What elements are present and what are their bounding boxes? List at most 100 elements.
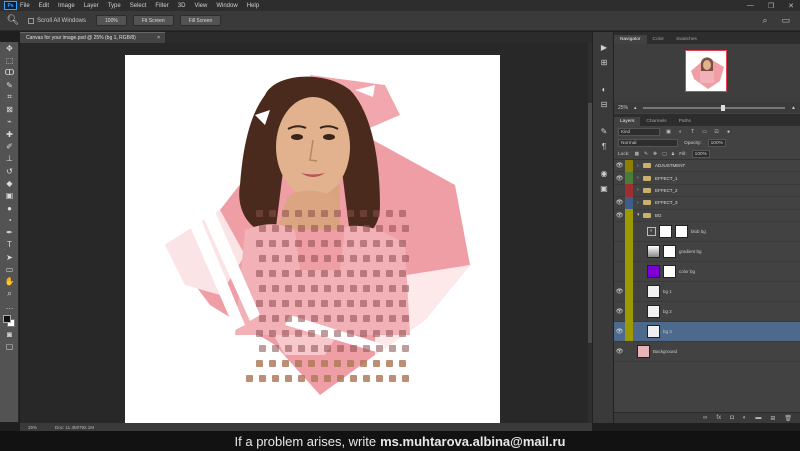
zoom-100-button[interactable]: 100% [96, 15, 127, 26]
layer-row[interactable]: 👁︎ ▾ BG [614, 209, 800, 222]
menu-window[interactable]: Window [216, 3, 237, 9]
blur-tool-icon[interactable]: ● [0, 202, 19, 214]
blend-mode-select[interactable]: Normal [618, 139, 678, 147]
eraser-tool-icon[interactable]: ◆ [0, 177, 19, 189]
menu-image[interactable]: Image [58, 3, 75, 9]
brush-tool-icon[interactable]: ✐ [0, 140, 19, 152]
layer-mask-thumbnail[interactable] [663, 244, 676, 258]
new-adjustment-icon[interactable]: ◐ [743, 415, 747, 421]
close-tab-icon[interactable]: × [157, 35, 160, 41]
document-tab[interactable]: Canvas for your image.psd @ 25% (bg 1, R… [20, 32, 165, 43]
lock-transparent-icon[interactable]: ▦ [634, 152, 639, 157]
lock-paint-icon[interactable]: ✎ [644, 152, 648, 157]
lock-position-icon[interactable]: ✥ [653, 152, 657, 157]
history-icon[interactable]: ⊞ [593, 55, 615, 70]
shape-filter-icon[interactable]: ▭ [701, 128, 708, 135]
status-zoom[interactable]: 25% [28, 425, 37, 430]
type-filter-icon[interactable]: T [689, 128, 696, 135]
fill-field[interactable]: 100% [691, 150, 710, 158]
screen-mode-icon[interactable]: ▢ [0, 341, 19, 353]
visibility-eye-icon[interactable] [614, 261, 625, 281]
layer-row[interactable]: 👁︎ › EFFECT_1 [614, 171, 800, 185]
image-filter-icon[interactable]: ▣ [665, 128, 672, 135]
delete-layer-icon[interactable]: 🗑︎ [784, 415, 792, 422]
tab-layers[interactable]: Layers [614, 117, 641, 126]
tab-navigator[interactable]: Navigator [614, 35, 647, 44]
hand-tool-icon[interactable]: ✋ [0, 276, 19, 288]
visibility-eye-icon[interactable]: 👁︎ [614, 172, 625, 184]
pen-tool-icon[interactable]: ✒ [0, 226, 19, 238]
menu-layer[interactable]: Layer [84, 3, 99, 9]
more-tools-icon[interactable]: … [0, 300, 19, 312]
visibility-eye-icon[interactable]: 👁︎ [614, 321, 625, 341]
layer-row[interactable]: › EFFECT_2 [614, 184, 800, 198]
layer-mask-thumbnail[interactable] [663, 264, 676, 278]
visibility-eye-icon[interactable]: 👁︎ [614, 341, 625, 361]
quick-select-tool-icon[interactable]: ✎ [0, 79, 19, 91]
marquee-tool-icon[interactable]: ⬚ [0, 54, 19, 66]
history-brush-icon[interactable]: ↺ [0, 165, 19, 177]
layer-row[interactable]: color bg [614, 261, 800, 282]
zoom-icon[interactable]: 🔍︎ [6, 14, 20, 28]
menu-edit[interactable]: Edit [39, 3, 49, 9]
new-group-icon[interactable]: ▬ [755, 415, 761, 421]
search-icon[interactable]: ⌕ [762, 15, 767, 26]
zoom-tool-icon[interactable]: ⌕ [0, 288, 19, 300]
minimize-button[interactable]: — [747, 2, 754, 9]
adjustments-icon[interactable]: ◐ [593, 82, 615, 97]
zoom-in-icon[interactable]: ▲ [791, 105, 796, 111]
layer-row[interactable]: 👁︎ › ADJUSTMENT [614, 159, 800, 173]
opacity-field[interactable]: 100% [707, 139, 726, 147]
lasso-tool-icon[interactable]: ↀ [0, 67, 19, 79]
zoom-slider-knob[interactable] [720, 104, 725, 111]
layer-row[interactable]: ◐ blob bg [614, 221, 800, 242]
tab-paths[interactable]: Paths [673, 117, 697, 126]
menu-3d[interactable]: 3D [178, 3, 186, 9]
visibility-eye-icon[interactable]: 👁︎ [614, 301, 625, 321]
clone-stamp-icon[interactable]: ⊥ [0, 153, 19, 165]
close-window-button[interactable]: ✕ [788, 2, 794, 10]
layer-mask-thumbnail[interactable] [675, 224, 688, 238]
add-mask-icon[interactable]: ◘ [730, 415, 734, 421]
libraries-icon[interactable]: ▣ [593, 181, 615, 196]
gradient-tool-icon[interactable]: ▣ [0, 190, 19, 202]
foreground-color-swatch[interactable] [3, 314, 11, 323]
brush-settings-icon[interactable]: ✎ [593, 124, 615, 139]
tab-color[interactable]: Color [647, 35, 670, 44]
menu-select[interactable]: Select [130, 3, 147, 9]
layer-thumbnail[interactable] [637, 344, 650, 358]
scroll-all-windows-checkbox[interactable]: Scroll All Windows [28, 17, 86, 24]
layer-thumbnail[interactable] [647, 304, 660, 318]
layer-thumbnail[interactable] [647, 264, 660, 278]
rectangle-tool-icon[interactable]: ▭ [0, 263, 19, 275]
filter-toggle-icon[interactable]: ● [725, 128, 732, 135]
workspace-icon[interactable]: ▭ [781, 15, 790, 26]
zoom-slider[interactable] [642, 104, 786, 111]
eyedropper-tool-icon[interactable]: ⌁ [0, 116, 19, 128]
styles-icon[interactable]: ⊟ [593, 97, 615, 112]
adjustment-filter-icon[interactable]: ◐ [677, 128, 684, 135]
filter-kind-select[interactable]: Kind [618, 127, 660, 136]
layer-style-icon[interactable]: fx [716, 415, 721, 421]
layer-row[interactable]: gradient bg [614, 241, 800, 262]
visibility-eye-icon[interactable]: 👁︎ [614, 197, 625, 209]
visibility-eye-icon[interactable] [614, 221, 625, 241]
layer-row[interactable]: 👁︎ › EFFECT_3 [614, 196, 800, 210]
type-tool-icon[interactable]: T [0, 239, 19, 251]
zoom-out-icon[interactable]: ▴ [634, 105, 637, 111]
fill-screen-button[interactable]: Fill Screen [179, 15, 222, 26]
fit-screen-button[interactable]: Fit Screen [132, 15, 174, 26]
play-action-icon[interactable]: ▶ [593, 40, 615, 55]
visibility-eye-icon[interactable] [614, 184, 625, 196]
move-tool-icon[interactable]: ✥ [0, 42, 19, 54]
lock-all-icon[interactable]: 🔒︎ [672, 151, 675, 157]
frame-tool-icon[interactable]: ⊠ [0, 103, 19, 115]
link-layers-icon[interactable]: ∞ [703, 415, 707, 421]
checkbox-box[interactable] [28, 17, 34, 24]
lock-artboard-icon[interactable]: ▢ [662, 152, 667, 157]
layer-thumbnail[interactable] [647, 324, 660, 338]
visibility-eye-icon[interactable] [614, 241, 625, 261]
layer-row[interactable]: 👁︎ bg 1 [614, 281, 800, 302]
visibility-eye-icon[interactable]: 👁︎ [614, 281, 625, 301]
tab-channels[interactable]: Channels [640, 117, 672, 126]
